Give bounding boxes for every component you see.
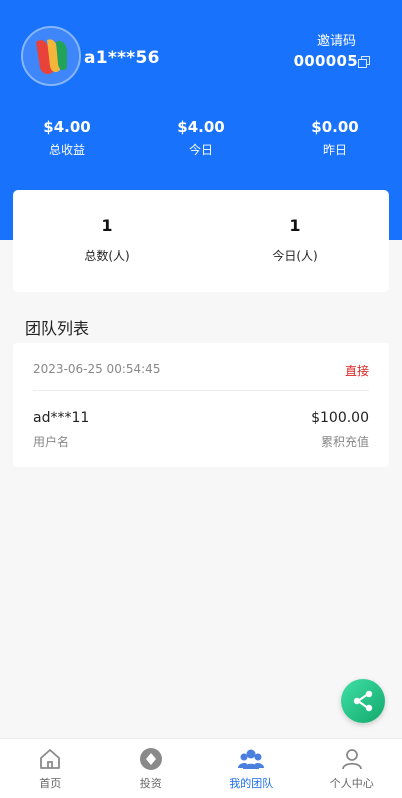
member-username: ad***11: [33, 410, 90, 426]
copy-icon[interactable]: [358, 56, 370, 68]
share-icon: [353, 690, 373, 712]
tab-label: 我的团队: [229, 777, 274, 790]
stat-value: $4.00: [177, 118, 225, 136]
team-total-value: 1: [101, 216, 113, 235]
invite-code-label: 邀请码: [316, 34, 356, 49]
tab-profile[interactable]: 个人中心: [302, 739, 402, 798]
tab-my-team[interactable]: 我的团队: [201, 739, 302, 798]
team-today-label: 今日(人): [272, 249, 318, 263]
stat-label: 昨日: [322, 143, 347, 157]
stat-value: $4.00: [43, 118, 91, 136]
tab-label: 个人中心: [329, 777, 374, 790]
divider: [33, 390, 369, 391]
tab-label: 首页: [39, 777, 62, 790]
member-join-date: 2023-06-25 00:54:45: [33, 362, 161, 376]
member-type-tag: 直接: [344, 364, 369, 378]
tab-invest[interactable]: 投资: [101, 739, 202, 798]
stat-value: $0.00: [311, 118, 359, 136]
team-today-value: 1: [289, 216, 301, 235]
avatar[interactable]: [21, 26, 81, 86]
member-recharge-amount: $100.00: [311, 410, 369, 426]
stat-yesterday: $0.00 昨日: [268, 117, 402, 158]
team-list-title: 团队列表: [25, 319, 90, 338]
member-username-label: 用户名: [33, 435, 70, 449]
share-button[interactable]: [341, 679, 385, 723]
team-today: 1 今日(人): [201, 190, 389, 292]
bottom-tab-bar: 首页 投资 我的团队 个人中心: [0, 738, 402, 798]
team-total-label: 总数(人): [84, 249, 130, 263]
user-icon: [341, 749, 362, 770]
earnings-stats: $4.00 总收益 $4.00 今日 $0.00 昨日: [0, 117, 402, 158]
invite-code: 000005: [293, 52, 358, 70]
stat-label: 总收益: [48, 143, 85, 157]
avatar-logo-icon: [23, 28, 79, 84]
username: a1***56: [84, 48, 160, 68]
stat-total-earnings: $4.00 总收益: [0, 117, 134, 158]
stat-label: 今日: [188, 143, 213, 157]
stat-today: $4.00 今日: [134, 117, 268, 158]
invest-icon: [139, 748, 162, 770]
team-total: 1 总数(人): [13, 190, 201, 292]
home-icon: [40, 749, 61, 769]
member-recharge-label: 累积充值: [320, 435, 369, 449]
tab-home[interactable]: 首页: [0, 739, 101, 798]
tab-label: 投资: [139, 777, 162, 790]
team-icon: [238, 749, 265, 769]
list-item[interactable]: 2023-06-25 00:54:45 直接 ad***11 用户名 $100.…: [13, 343, 389, 467]
team-summary-card: 1 总数(人) 1 今日(人): [13, 190, 389, 292]
